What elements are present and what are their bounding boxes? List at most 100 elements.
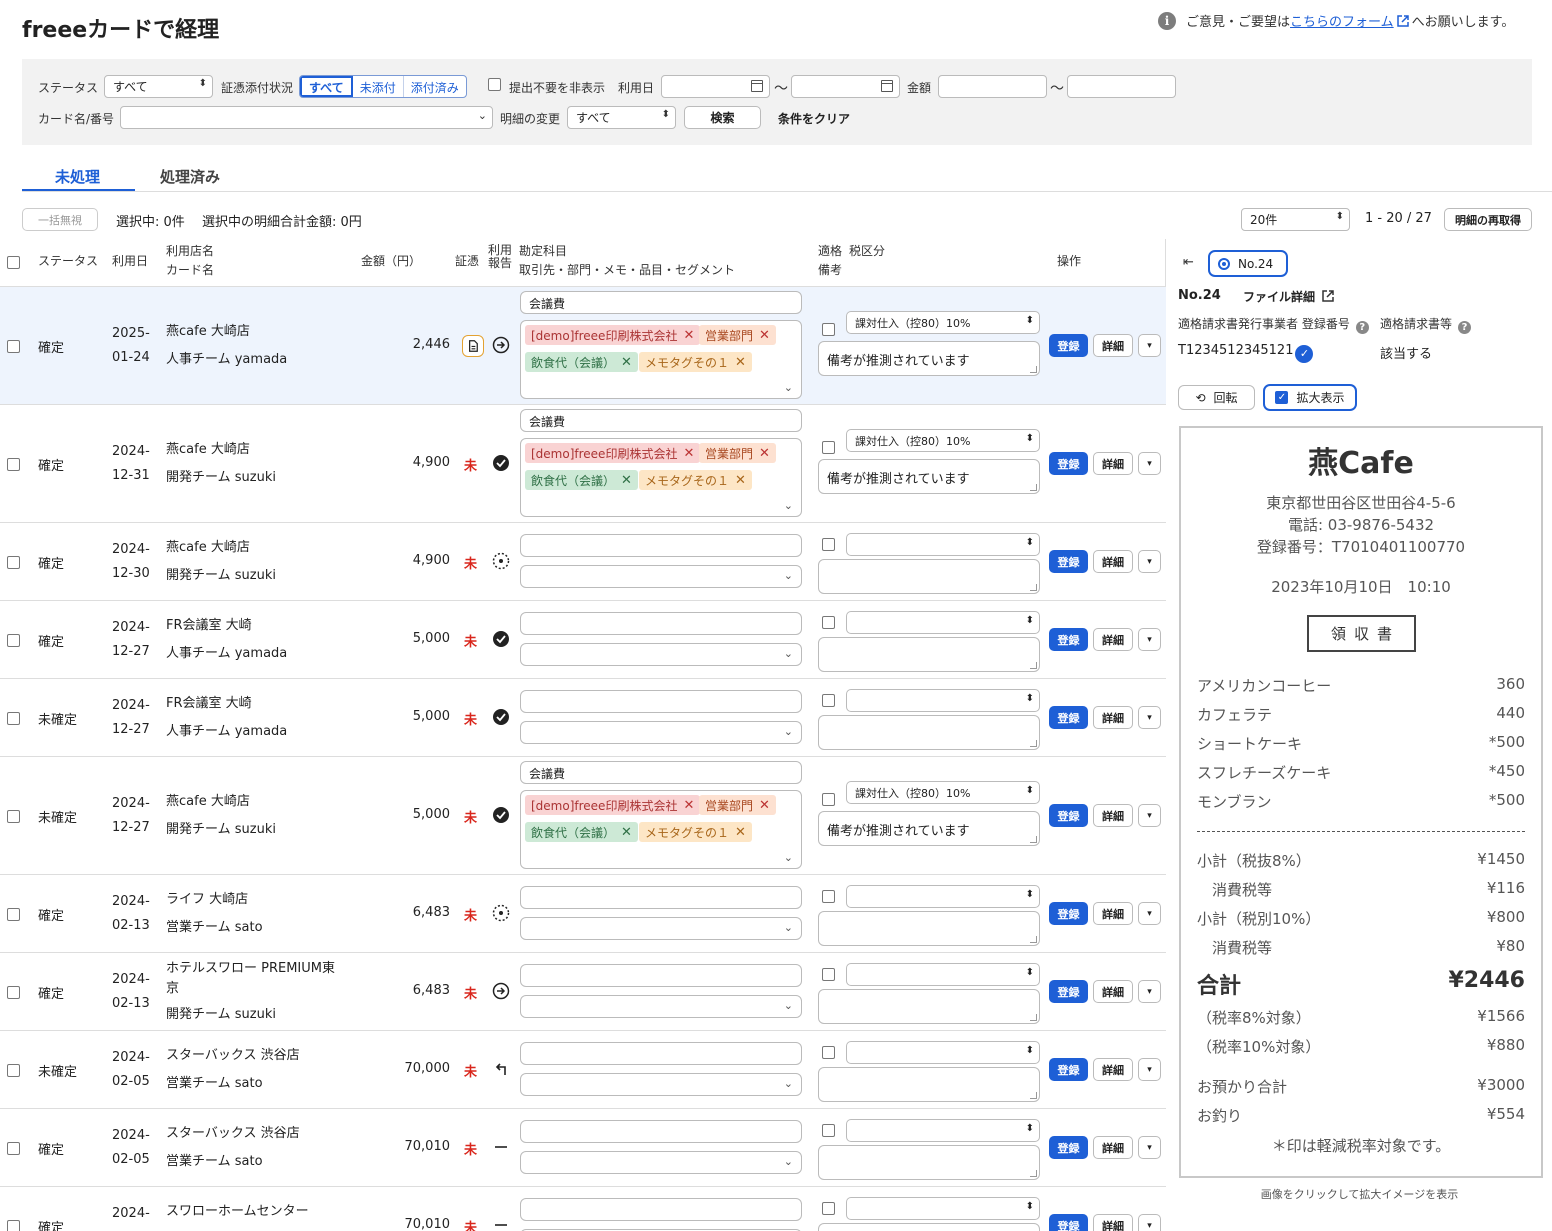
select-all-checkbox[interactable] xyxy=(7,256,20,269)
check-circle-icon[interactable] xyxy=(492,454,510,472)
qualified-checkbox[interactable] xyxy=(822,793,835,806)
remove-tag-icon[interactable]: ✕ xyxy=(759,328,770,343)
remove-tag-icon[interactable]: ✕ xyxy=(621,825,632,840)
account-input[interactable] xyxy=(520,964,802,987)
memo-textarea[interactable] xyxy=(818,559,1040,594)
detail-button[interactable]: 詳細 xyxy=(1093,550,1133,573)
memo-textarea[interactable]: 備考が推測されています xyxy=(818,811,1040,846)
evidence-missing-badge[interactable]: 未 xyxy=(464,807,477,826)
tax-category-select[interactable]: ⬍ xyxy=(846,533,1040,556)
register-button[interactable]: 登録 xyxy=(1049,1058,1088,1081)
check-circle-icon[interactable] xyxy=(492,708,510,726)
hide-unneeded-checkbox[interactable] xyxy=(488,78,501,91)
remove-tag-icon[interactable]: ✕ xyxy=(735,825,746,840)
arrow-circle-icon[interactable] xyxy=(492,336,510,354)
more-actions-button[interactable]: ▾ xyxy=(1138,334,1161,357)
memo-textarea[interactable] xyxy=(818,1067,1040,1102)
zoom-toggle[interactable]: ✓ 拡大表示 xyxy=(1263,384,1357,411)
tab-unprocessed[interactable]: 未処理 xyxy=(55,166,100,187)
memo-textarea[interactable]: 備考が推測されています xyxy=(818,341,1040,376)
remove-tag-icon[interactable]: ✕ xyxy=(621,355,632,370)
more-actions-button[interactable]: ▾ xyxy=(1138,628,1161,651)
tag-selector[interactable]: [demo]freee印刷株式会社 ✕ 営業部門 ✕ 飲食代（会議） ✕ メモタグその１ ✕ ⌄ xyxy=(520,320,802,399)
help-icon[interactable]: ? xyxy=(1355,321,1369,334)
tax-category-select[interactable]: ⬍ xyxy=(846,611,1040,634)
row-checkbox[interactable] xyxy=(7,712,20,725)
detail-button[interactable]: 詳細 xyxy=(1093,804,1133,827)
more-actions-button[interactable]: ▾ xyxy=(1138,1214,1161,1231)
memo-textarea[interactable] xyxy=(818,1145,1040,1180)
more-actions-button[interactable]: ▾ xyxy=(1138,706,1161,729)
card-filter-select[interactable]: ⌄ xyxy=(120,106,493,129)
arrow-circle-icon[interactable] xyxy=(492,982,510,1000)
qualified-checkbox[interactable] xyxy=(822,538,835,551)
remove-tag-icon[interactable]: ✕ xyxy=(735,355,746,370)
register-button[interactable]: 登録 xyxy=(1049,452,1088,475)
account-input[interactable] xyxy=(520,1042,802,1065)
register-button[interactable]: 登録 xyxy=(1049,334,1088,357)
qualified-checkbox[interactable] xyxy=(822,441,835,454)
remove-tag-icon[interactable]: ✕ xyxy=(759,446,770,461)
table-row[interactable]: 確定 2024- 12-27 FR会議室 大崎 人事チーム yamada 5,000 未 ⌄ ⬍… xyxy=(0,601,1166,679)
table-row[interactable]: 確定 2024- 12-30 燕cafe 大崎店 開発チーム suzuki 4,900 未 ⌄… xyxy=(0,523,1166,601)
remove-tag-icon[interactable]: ✕ xyxy=(683,446,694,461)
table-row[interactable]: 未確定 2024- 12-27 FR会議室 大崎 人事チーム yamada 5,000 未 ⌄… xyxy=(0,679,1166,757)
evidence-missing-badge[interactable]: 未 xyxy=(464,455,477,474)
account-input[interactable] xyxy=(520,886,802,909)
table-row[interactable]: 確定 2024- 02-05 スターバックス 渋谷店 営業チーム sato 70,010 未… xyxy=(0,1109,1166,1187)
evidence-missing-badge[interactable]: 未 xyxy=(464,553,477,572)
more-actions-button[interactable]: ▾ xyxy=(1138,902,1161,925)
register-button[interactable]: 登録 xyxy=(1049,1136,1088,1159)
tag-selector[interactable]: ⌄ xyxy=(520,1073,802,1096)
memo-textarea[interactable]: 備考が推測されています xyxy=(818,459,1040,494)
amount-max-input[interactable] xyxy=(1067,75,1176,98)
table-row[interactable]: 確定 2024- 02-13 ライフ 大崎店 営業チーム sato 6,483 未 ⌄ ⬍ 登録詳… xyxy=(0,875,1166,953)
memo-textarea[interactable] xyxy=(818,715,1040,750)
evidence-missing-badge[interactable]: 未 xyxy=(464,1139,477,1158)
evidence-missing-badge[interactable]: 未 xyxy=(464,709,477,728)
more-actions-button[interactable]: ▾ xyxy=(1138,1058,1161,1081)
detail-button[interactable]: 詳細 xyxy=(1093,1136,1133,1159)
tag-selector[interactable]: ⌄ xyxy=(520,1151,802,1174)
change-filter-select[interactable]: すべて ⬍ xyxy=(567,106,676,129)
register-button[interactable]: 登録 xyxy=(1049,550,1088,573)
page-size-select[interactable]: 20件 ⬍ xyxy=(1241,208,1350,231)
evidence-missing-badge[interactable]: 未 xyxy=(464,983,477,1002)
table-row[interactable]: 確定 2024- 12-31 燕cafe 大崎店 開発チーム suzuki 4,900 未 会… xyxy=(0,405,1166,523)
evidence-missing-badge[interactable]: 未 xyxy=(464,905,477,924)
row-checkbox[interactable] xyxy=(7,1220,20,1231)
tax-category-select[interactable]: ⬍ xyxy=(846,689,1040,712)
remove-tag-icon[interactable]: ✕ xyxy=(759,798,770,813)
tax-category-select[interactable]: ⬍ xyxy=(846,885,1040,908)
dash-icon[interactable] xyxy=(492,1138,510,1156)
qualified-checkbox[interactable] xyxy=(822,968,835,981)
tax-category-select[interactable]: ⬍ xyxy=(846,963,1040,986)
tax-category-select[interactable]: ⬍ xyxy=(846,1197,1040,1220)
memo-textarea[interactable] xyxy=(818,911,1040,946)
register-button[interactable]: 登録 xyxy=(1049,902,1088,925)
refetch-button[interactable]: 明細の再取得 xyxy=(1444,208,1532,231)
evidence-filter-segmented[interactable]: すべて 未添付 添付済み xyxy=(299,75,467,98)
tag-selector[interactable]: ⌄ xyxy=(520,721,802,744)
evidence-missing-badge[interactable]: 未 xyxy=(464,1217,477,1231)
table-row[interactable]: 未確定 2024- 12-27 燕cafe 大崎店 開発チーム suzuki 5,000 未… xyxy=(0,757,1166,875)
remove-tag-icon[interactable]: ✕ xyxy=(735,473,746,488)
row-checkbox[interactable] xyxy=(7,556,20,569)
pending-circle-icon[interactable] xyxy=(492,552,510,570)
register-button[interactable]: 登録 xyxy=(1049,980,1088,1003)
evidence-missing-badge[interactable]: 未 xyxy=(464,631,477,650)
more-actions-button[interactable]: ▾ xyxy=(1138,1136,1161,1159)
account-input[interactable] xyxy=(520,690,802,713)
tag-selector[interactable]: ⌄ xyxy=(520,917,802,940)
detail-button[interactable]: 詳細 xyxy=(1093,706,1133,729)
row-checkbox[interactable] xyxy=(7,340,20,353)
detail-button[interactable]: 詳細 xyxy=(1093,980,1133,1003)
remove-tag-icon[interactable]: ✕ xyxy=(621,473,632,488)
feedback-form-link[interactable]: こちらのフォーム xyxy=(1290,11,1394,30)
help-icon[interactable]: ? xyxy=(1458,321,1472,334)
more-actions-button[interactable]: ▾ xyxy=(1138,452,1161,475)
file-select-chip[interactable]: No.24 xyxy=(1208,250,1288,277)
dash-icon[interactable] xyxy=(492,1216,510,1231)
receipt-image[interactable]: 燕Cafe 東京都世田谷区世田谷4-5-6 電話: 03-9876-5432 登… xyxy=(1179,426,1543,1178)
file-detail-link[interactable]: ファイル詳細 xyxy=(1243,288,1337,305)
